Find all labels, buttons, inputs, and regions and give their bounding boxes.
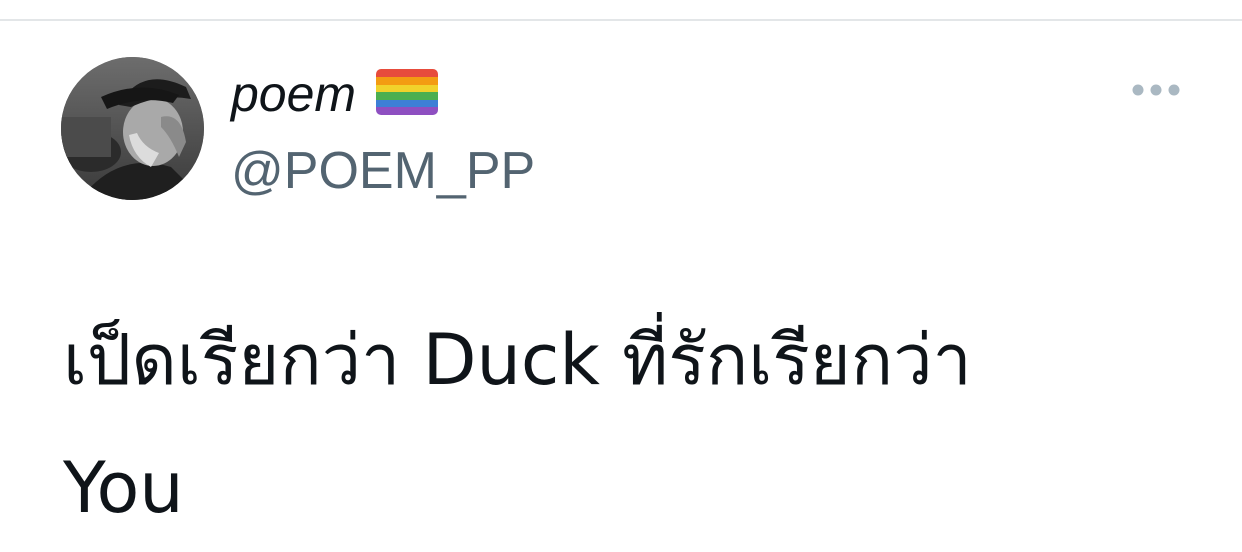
rainbow-flag-icon (376, 69, 439, 115)
author-display-name[interactable]: poem (231, 62, 356, 126)
top-divider (0, 19, 1242, 21)
more-horizontal-icon (1132, 84, 1180, 96)
avatar[interactable] (61, 57, 204, 200)
author-handle[interactable]: @POEM_PP (231, 138, 535, 204)
tweet-text: เป็ดเรียกว่า Duck ที่รักเรียกว่า You (63, 319, 972, 529)
more-options-button[interactable] (1126, 72, 1186, 108)
author-name-row: poem (231, 62, 439, 126)
avatar-image (61, 57, 204, 200)
